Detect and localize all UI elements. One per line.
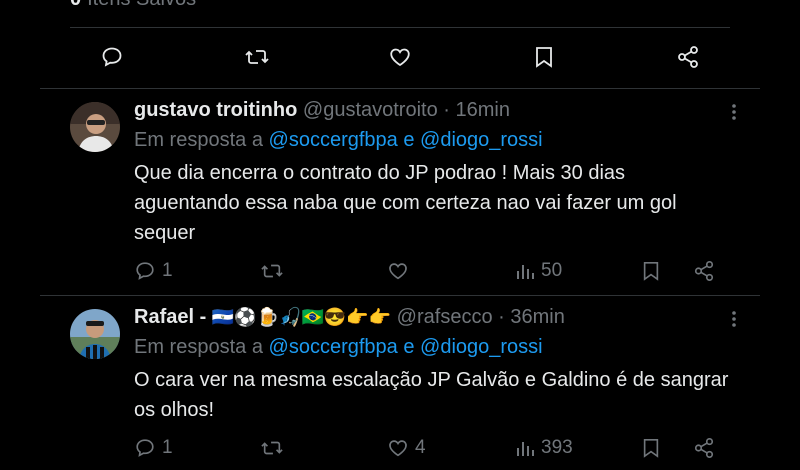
tweet-time[interactable]: · 36min	[498, 306, 565, 328]
bookmark-button[interactable]	[533, 45, 555, 69]
mention-link[interactable]: @soccergfbpa	[269, 336, 398, 358]
reply-button[interactable]: 1	[134, 260, 173, 282]
avatar-image	[70, 309, 120, 359]
mention-link[interactable]: @soccergfbpa	[269, 129, 398, 151]
reply-prefix: Em resposta a	[134, 336, 263, 358]
avatar[interactable]	[70, 102, 120, 152]
bookmark-icon	[536, 47, 552, 68]
reply-and: e	[403, 129, 415, 151]
reply-icon	[136, 439, 154, 457]
share-icon	[694, 438, 714, 458]
bookmark-button[interactable]	[641, 437, 661, 459]
more-icon	[732, 104, 736, 120]
tweet-text: O cara ver na mesma escalação JP Galvão …	[134, 369, 729, 421]
heart-icon	[390, 48, 410, 67]
tweet-text: Que dia encerra o contrato do JP podrao …	[134, 162, 677, 244]
reply-count: 1	[162, 437, 173, 458]
like-button[interactable]	[388, 45, 412, 69]
mention-link[interactable]: @diogo_rossi	[420, 129, 543, 151]
saved-items-stat: 0 Itens Salvos	[70, 0, 196, 11]
views-icon	[517, 265, 534, 279]
share-button[interactable]	[693, 260, 715, 282]
retweet-icon	[261, 264, 283, 278]
reply-count: 1	[162, 260, 173, 281]
more-options-button[interactable]	[726, 309, 742, 334]
top-divider	[70, 27, 730, 28]
bookmark-button[interactable]	[641, 260, 661, 282]
saved-items-count: 0	[70, 0, 81, 10]
tweet-time[interactable]: · 16min	[443, 99, 510, 121]
saved-items-label: Itens Salvos	[87, 0, 196, 10]
retweet-button[interactable]	[260, 260, 290, 282]
reply-icon	[136, 262, 154, 280]
view-count: 393	[541, 437, 573, 458]
share-icon	[694, 261, 714, 281]
retweet-button[interactable]	[244, 45, 270, 69]
more-options-button[interactable]	[726, 102, 742, 127]
avatar-image	[70, 102, 120, 152]
share-button[interactable]	[693, 437, 715, 459]
retweet-button[interactable]	[260, 437, 290, 459]
retweet-icon	[261, 441, 283, 455]
reply-icon	[102, 47, 122, 67]
author-handle[interactable]: @rafsecco	[397, 306, 493, 328]
bookmark-icon	[643, 262, 659, 281]
reply-prefix: Em resposta a	[134, 129, 263, 151]
heart-icon	[389, 440, 407, 457]
retweet-icon	[245, 50, 269, 64]
heart-icon	[389, 263, 407, 280]
author-name[interactable]: Rafael -	[134, 306, 206, 328]
author-handle[interactable]: @gustavotroito	[303, 99, 438, 121]
reply-context: Em resposta a @soccergfbpa e @diogo_ross…	[134, 336, 543, 359]
reply-and: e	[403, 336, 415, 358]
like-button[interactable]	[387, 260, 415, 282]
view-count: 50	[541, 260, 563, 281]
share-icon	[678, 46, 698, 68]
like-count: 4	[415, 437, 426, 458]
author-name[interactable]: gustavo troitinho	[134, 99, 297, 121]
bookmark-icon	[643, 439, 659, 458]
reply-context: Em resposta a @soccergfbpa e @diogo_ross…	[134, 129, 543, 152]
reply-button[interactable]: 1	[134, 437, 173, 459]
views-button[interactable]: 50	[515, 260, 562, 282]
reply-tweet[interactable]: Rafael - 🇸🇻⚽🍺🎣🇧🇷😎👉👉 @rafsecco · 36min Em…	[0, 295, 800, 470]
reply-button[interactable]	[100, 45, 124, 69]
reply-tweet[interactable]: gustavo troitinho @gustavotroito · 16min…	[0, 88, 800, 295]
views-button[interactable]: 393	[515, 437, 573, 459]
tweet-header: gustavo troitinho @gustavotroito · 16min	[134, 99, 510, 122]
tweet-header: Rafael - 🇸🇻⚽🍺🎣🇧🇷😎👉👉 @rafsecco · 36min	[134, 306, 565, 329]
like-button[interactable]: 4	[387, 437, 426, 459]
views-icon	[517, 442, 534, 456]
share-button[interactable]	[676, 45, 700, 69]
avatar[interactable]	[70, 309, 120, 359]
author-name-emojis: 🇸🇻⚽🍺🎣🇧🇷😎👉👉	[211, 307, 392, 327]
mention-link[interactable]: @diogo_rossi	[420, 336, 543, 358]
more-icon	[732, 311, 736, 327]
